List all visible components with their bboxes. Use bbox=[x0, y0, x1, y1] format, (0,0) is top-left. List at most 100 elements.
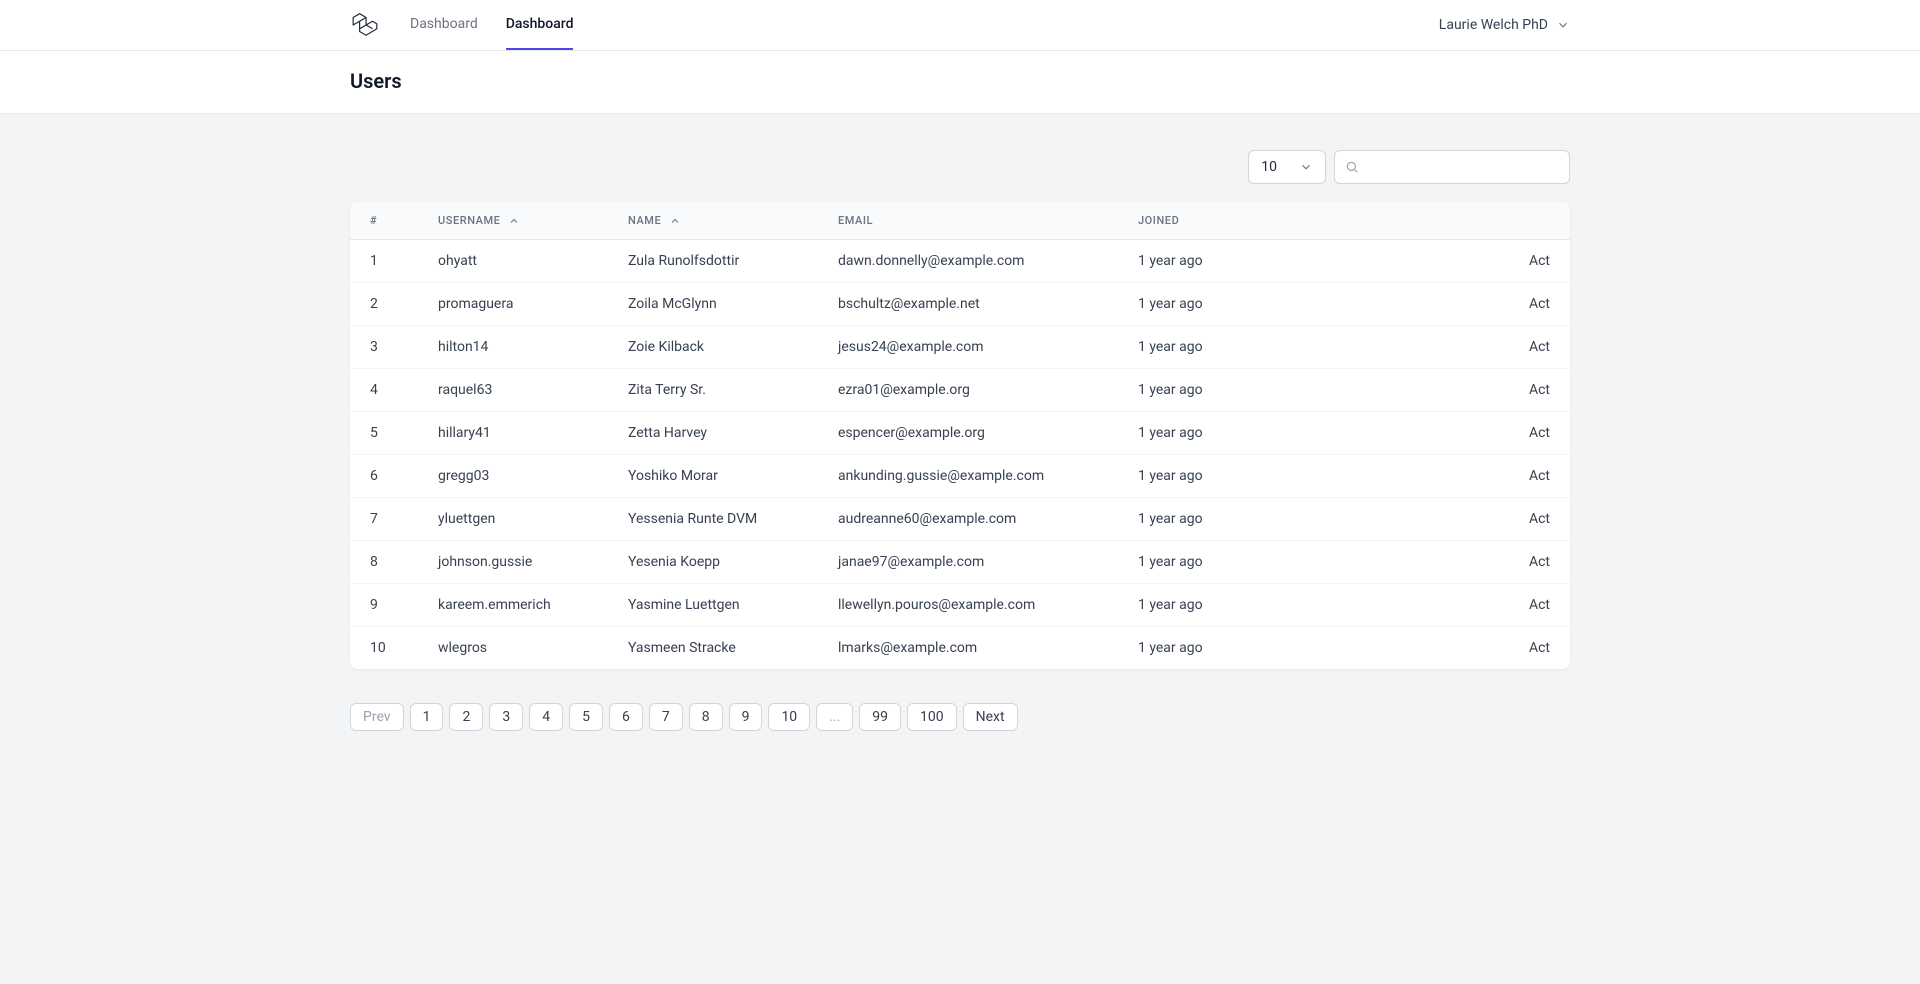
top-nav: Dashboard Dashboard Laurie Welch PhD bbox=[0, 0, 1920, 51]
cell-joined: 1 year ago bbox=[1120, 584, 1250, 627]
chevron-down-icon bbox=[1299, 160, 1313, 174]
cell-action[interactable]: Act bbox=[1250, 584, 1570, 627]
th-username[interactable]: USERNAME bbox=[420, 202, 610, 240]
th-name[interactable]: NAME bbox=[610, 202, 820, 240]
cell-index: 2 bbox=[350, 283, 420, 326]
cell-joined: 1 year ago bbox=[1120, 412, 1250, 455]
cell-index: 3 bbox=[350, 326, 420, 369]
cell-username: yluettgen bbox=[420, 498, 610, 541]
users-table-card: # USERNAME NAME bbox=[350, 202, 1570, 669]
page-6[interactable]: 6 bbox=[609, 703, 643, 731]
cell-joined: 1 year ago bbox=[1120, 240, 1250, 283]
page-100[interactable]: 100 bbox=[907, 703, 957, 731]
cell-email: espencer@example.org bbox=[820, 412, 1120, 455]
page-title: Users bbox=[350, 69, 1570, 93]
cell-username: promaguera bbox=[420, 283, 610, 326]
cell-email: ezra01@example.org bbox=[820, 369, 1120, 412]
cell-index: 1 bbox=[350, 240, 420, 283]
cell-action[interactable]: Act bbox=[1250, 455, 1570, 498]
table-row: 6gregg03Yoshiko Morarankunding.gussie@ex… bbox=[350, 455, 1570, 498]
cell-email: ankunding.gussie@example.com bbox=[820, 455, 1120, 498]
page-size-select[interactable]: 10 bbox=[1248, 150, 1326, 184]
cell-username: gregg03 bbox=[420, 455, 610, 498]
cell-action[interactable]: Act bbox=[1250, 326, 1570, 369]
cell-index: 10 bbox=[350, 627, 420, 670]
cell-index: 4 bbox=[350, 369, 420, 412]
sort-asc-icon bbox=[669, 215, 681, 227]
cell-joined: 1 year ago bbox=[1120, 283, 1250, 326]
cell-joined: 1 year ago bbox=[1120, 627, 1250, 670]
cell-joined: 1 year ago bbox=[1120, 541, 1250, 584]
cell-index: 6 bbox=[350, 455, 420, 498]
cell-username: ohyatt bbox=[420, 240, 610, 283]
cell-action[interactable]: Act bbox=[1250, 627, 1570, 670]
cell-username: hilton14 bbox=[420, 326, 610, 369]
page-99[interactable]: 99 bbox=[859, 703, 901, 731]
cell-name: Yoshiko Morar bbox=[610, 455, 820, 498]
th-username-label: USERNAME bbox=[438, 214, 500, 227]
cell-name: Zetta Harvey bbox=[610, 412, 820, 455]
cell-email: audreanne60@example.com bbox=[820, 498, 1120, 541]
cell-action[interactable]: Act bbox=[1250, 412, 1570, 455]
th-index[interactable]: # bbox=[350, 202, 420, 240]
cell-name: Yasmeen Stracke bbox=[610, 627, 820, 670]
page-10[interactable]: 10 bbox=[768, 703, 810, 731]
table-row: 9kareem.emmerichYasmine Luettgenllewelly… bbox=[350, 584, 1570, 627]
cell-joined: 1 year ago bbox=[1120, 369, 1250, 412]
cell-action[interactable]: Act bbox=[1250, 498, 1570, 541]
laravel-logo[interactable] bbox=[350, 10, 380, 40]
table-row: 5hillary41Zetta Harveyespencer@example.o… bbox=[350, 412, 1570, 455]
cell-name: Zoie Kilback bbox=[610, 326, 820, 369]
users-table: # USERNAME NAME bbox=[350, 202, 1570, 669]
cell-name: Zula Runolfsdottir bbox=[610, 240, 820, 283]
table-row: 3hilton14Zoie Kilbackjesus24@example.com… bbox=[350, 326, 1570, 369]
cell-action[interactable]: Act bbox=[1250, 240, 1570, 283]
cell-name: Zoila McGlynn bbox=[610, 283, 820, 326]
nav-tabs: Dashboard Dashboard bbox=[410, 0, 1439, 50]
page-4[interactable]: 4 bbox=[529, 703, 563, 731]
table-row: 1ohyattZula Runolfsdottirdawn.donnelly@e… bbox=[350, 240, 1570, 283]
table-row: 8johnson.gussieYesenia Koeppjanae97@exam… bbox=[350, 541, 1570, 584]
cell-action[interactable]: Act bbox=[1250, 541, 1570, 584]
nav-tab-dashboard-2[interactable]: Dashboard bbox=[506, 0, 574, 50]
page-2[interactable]: 2 bbox=[449, 703, 483, 731]
page-8[interactable]: 8 bbox=[689, 703, 723, 731]
page-header: Users bbox=[0, 51, 1920, 114]
page-next[interactable]: Next bbox=[963, 703, 1018, 731]
cell-username: wlegros bbox=[420, 627, 610, 670]
cell-username: kareem.emmerich bbox=[420, 584, 610, 627]
search-input[interactable] bbox=[1367, 159, 1559, 175]
page-ellipsis: ... bbox=[816, 703, 853, 731]
th-email[interactable]: EMAIL bbox=[820, 202, 1120, 240]
cell-index: 8 bbox=[350, 541, 420, 584]
page-prev[interactable]: Prev bbox=[350, 703, 404, 731]
th-actions bbox=[1250, 202, 1570, 240]
page-1[interactable]: 1 bbox=[410, 703, 444, 731]
table-row: 10wlegrosYasmeen Strackelmarks@example.c… bbox=[350, 627, 1570, 670]
cell-index: 5 bbox=[350, 412, 420, 455]
cell-action[interactable]: Act bbox=[1250, 283, 1570, 326]
cell-joined: 1 year ago bbox=[1120, 498, 1250, 541]
cell-email: lmarks@example.com bbox=[820, 627, 1120, 670]
page-3[interactable]: 3 bbox=[489, 703, 523, 731]
cell-email: janae97@example.com bbox=[820, 541, 1120, 584]
user-menu[interactable]: Laurie Welch PhD bbox=[1439, 17, 1570, 33]
page-9[interactable]: 9 bbox=[729, 703, 763, 731]
page-7[interactable]: 7 bbox=[649, 703, 683, 731]
page-5[interactable]: 5 bbox=[569, 703, 603, 731]
cell-email: bschultz@example.net bbox=[820, 283, 1120, 326]
th-name-label: NAME bbox=[628, 214, 661, 227]
cell-email: llewellyn.pouros@example.com bbox=[820, 584, 1120, 627]
cell-joined: 1 year ago bbox=[1120, 455, 1250, 498]
table-row: 4raquel63Zita Terry Sr.ezra01@example.or… bbox=[350, 369, 1570, 412]
th-joined[interactable]: JOINED bbox=[1120, 202, 1250, 240]
cell-username: raquel63 bbox=[420, 369, 610, 412]
cell-action[interactable]: Act bbox=[1250, 369, 1570, 412]
nav-tab-dashboard-1[interactable]: Dashboard bbox=[410, 0, 478, 50]
search-box[interactable] bbox=[1334, 150, 1570, 184]
pagination: Prev 12345678910 ... 99100 Next bbox=[350, 703, 1570, 731]
cell-username: hillary41 bbox=[420, 412, 610, 455]
page-size-value: 10 bbox=[1261, 159, 1277, 175]
user-menu-name: Laurie Welch PhD bbox=[1439, 17, 1548, 33]
cell-joined: 1 year ago bbox=[1120, 326, 1250, 369]
